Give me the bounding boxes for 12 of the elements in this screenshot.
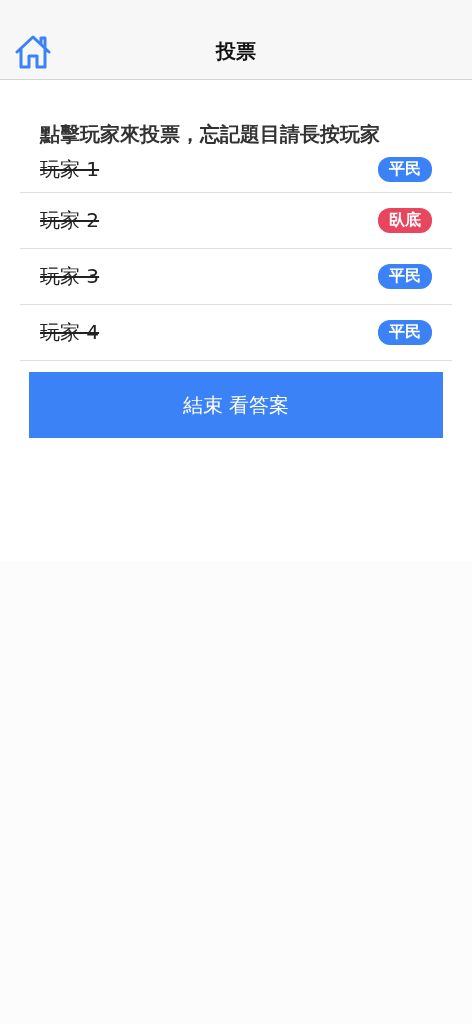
role-tag: 平民 — [378, 320, 432, 345]
end-button[interactable]: 結束 看答案 — [29, 372, 443, 438]
page-title: 投票 — [216, 38, 256, 65]
role-tag: 臥底 — [378, 208, 432, 233]
player-name[interactable]: 玩家 1 — [40, 155, 100, 183]
role-tag: 平民 — [378, 156, 432, 182]
player-name[interactable]: 玩家 4 — [40, 319, 100, 346]
instruction-text: 點擊玩家來投票，忘記題目請長按玩家 — [38, 122, 381, 146]
role-tag: 平民 — [378, 264, 432, 289]
player-name[interactable]: 玩家 3 — [40, 263, 100, 290]
home-icon[interactable] — [15, 35, 51, 69]
player-name[interactable]: 玩家 2 — [40, 207, 100, 234]
